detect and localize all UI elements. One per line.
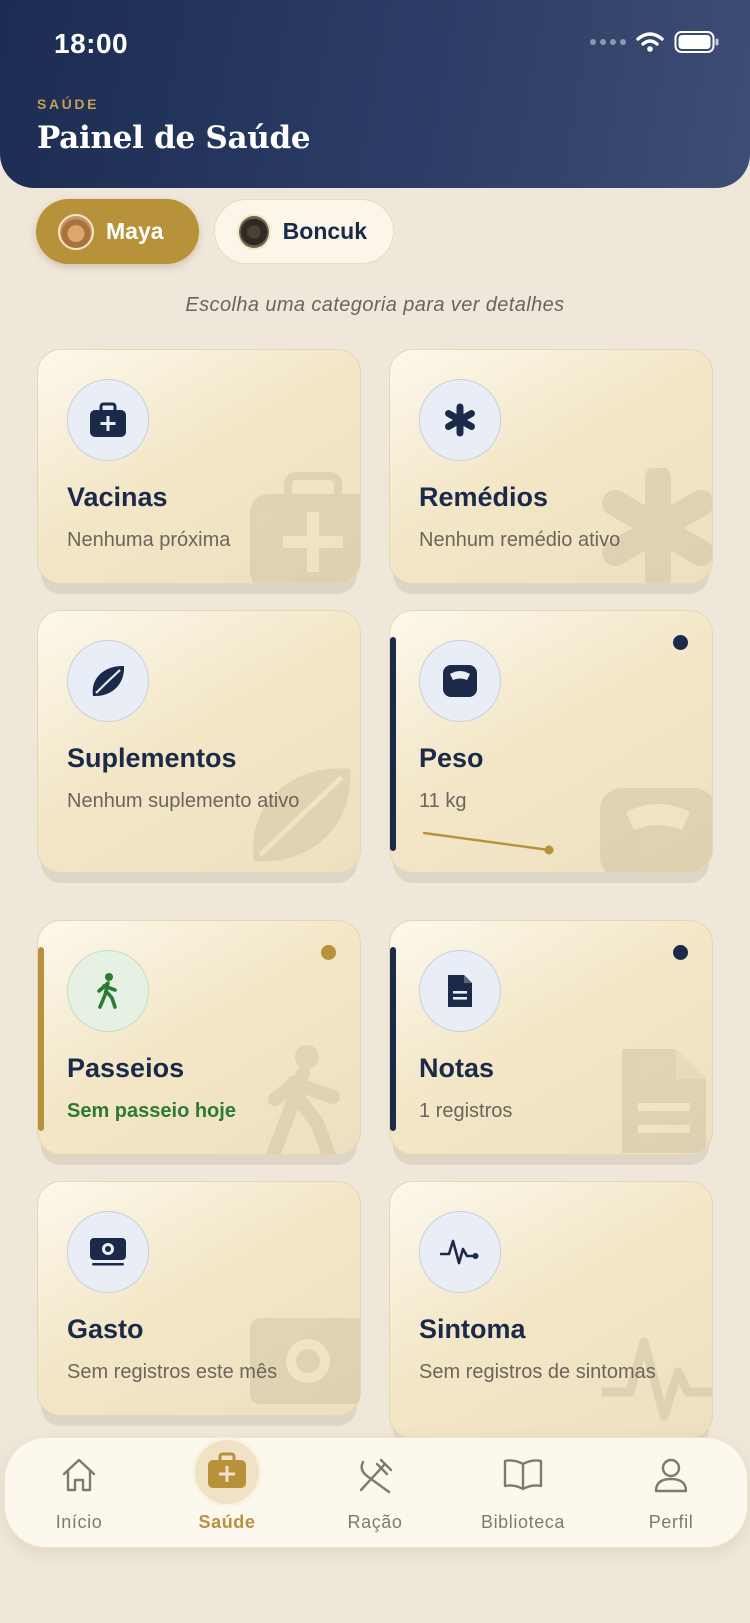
nav-label: Início: [55, 1512, 103, 1532]
accent-bar: [38, 947, 44, 1131]
card-subtitle: Sem passeio hoje: [67, 1100, 236, 1122]
document-icon: [419, 950, 501, 1032]
card-title: Notas: [419, 1053, 495, 1083]
wifi-icon: [636, 32, 664, 52]
pet-chip-boncuk[interactable]: Boncuk: [214, 199, 394, 264]
card-passeios[interactable]: Passeios Sem passeio hoje: [37, 920, 361, 1155]
card-remedios[interactable]: Remédios Nenhum remédio ativo: [389, 349, 713, 584]
indicator-dot: [673, 635, 688, 650]
card-subtitle: 1 registros: [419, 1100, 513, 1122]
nav-item-inicio[interactable]: Início: [5, 1438, 153, 1549]
nav-label: Ração: [347, 1512, 403, 1532]
card-subtitle: Nenhum remédio ativo: [419, 529, 621, 551]
nav-item-biblioteca[interactable]: Biblioteca: [449, 1438, 597, 1549]
accent-bar: [390, 947, 396, 1131]
card-subtitle: 11 kg: [419, 790, 467, 812]
signal-icon: [590, 39, 626, 45]
card-title: Peso: [419, 743, 484, 773]
card-subtitle: Sem registros este mês: [67, 1361, 278, 1383]
user-icon: [654, 1458, 688, 1493]
card-title: Remédios: [419, 482, 549, 512]
card-subtitle: Nenhum suplemento ativo: [67, 790, 300, 812]
avatar: [58, 213, 94, 250]
card-vacinas[interactable]: Vacinas Nenhuma próxima: [37, 349, 361, 584]
nav-label: Perfil: [648, 1512, 694, 1532]
header: 18:00 SAÚDE Painel de Saúde: [0, 0, 750, 188]
card-title: Passeios: [67, 1053, 185, 1083]
card-sintoma[interactable]: Sintoma Sem registros de sintomas: [389, 1181, 713, 1439]
utensils-icon: [359, 1458, 393, 1494]
card-title: Suplementos: [67, 743, 237, 773]
scale-icon: [419, 640, 501, 722]
money-icon: [67, 1211, 149, 1293]
nav-item-saude[interactable]: Saúde: [153, 1438, 301, 1549]
pet-chip-maya[interactable]: Maya: [36, 199, 199, 264]
pet-name: Maya: [106, 218, 164, 244]
card-subtitle: Nenhuma próxima: [67, 529, 231, 551]
leaf-icon: [67, 640, 149, 722]
trend-line: [422, 831, 551, 852]
battery-icon: [674, 31, 719, 53]
indicator-dot: [321, 945, 336, 960]
asterisk-icon: [419, 379, 501, 461]
walking-icon: [67, 950, 149, 1032]
card-title: Sintoma: [419, 1314, 526, 1344]
accent-bar: [390, 637, 396, 851]
header-kicker: SAÚDE: [37, 96, 100, 112]
weight-trend-sparkline: [422, 831, 554, 855]
card-suplementos[interactable]: Suplementos Nenhum suplemento ativo: [37, 610, 361, 873]
book-icon: [503, 1459, 543, 1491]
home-icon: [62, 1458, 96, 1492]
pulse-icon: [419, 1211, 501, 1293]
card-gasto[interactable]: Gasto Sem registros este mês: [37, 1181, 361, 1416]
trend-point: [544, 845, 554, 855]
status-time: 18:00: [54, 28, 129, 59]
medkit-icon: [208, 1452, 246, 1488]
pet-name: Boncuk: [282, 218, 367, 244]
category-hint: Escolha uma categoria para ver detalhes: [185, 294, 565, 316]
indicator-dot: [673, 945, 688, 960]
card-peso[interactable]: Peso 11 kg: [389, 610, 713, 873]
nav-label: Saúde: [198, 1512, 256, 1532]
status-icons: [590, 30, 720, 54]
page-title: Painel de Saúde: [37, 120, 311, 156]
bottom-nav: Início Saúde Ração Biblioteca Perfil: [4, 1437, 748, 1548]
card-notas[interactable]: Notas 1 registros: [389, 920, 713, 1155]
nav-label: Biblioteca: [480, 1512, 566, 1532]
avatar: [237, 213, 271, 250]
card-subtitle: Sem registros de sintomas: [419, 1361, 656, 1383]
card-title: Gasto: [67, 1314, 144, 1344]
nav-item-racao[interactable]: Ração: [301, 1438, 449, 1549]
card-title: Vacinas: [67, 482, 168, 512]
medkit-icon: [67, 379, 149, 461]
nav-item-perfil[interactable]: Perfil: [597, 1438, 745, 1549]
